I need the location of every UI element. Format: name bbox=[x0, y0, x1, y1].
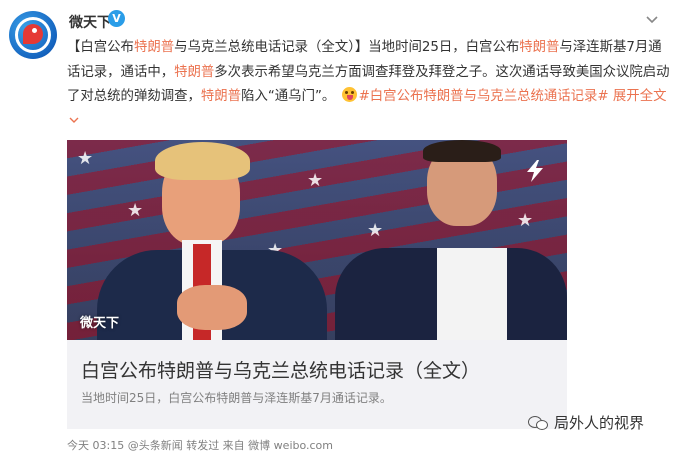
hashtag-link[interactable]: #白宫公布特朗普与乌克兰总统通话记录# bbox=[359, 89, 609, 104]
star-icon: ★ bbox=[517, 210, 534, 231]
star-icon: ★ bbox=[77, 148, 94, 169]
wechat-icon bbox=[528, 414, 550, 432]
keyword-link[interactable]: 特朗普 bbox=[201, 89, 241, 104]
card-title[interactable]: 白宫公布特朗普与乌克兰总统电话记录（全文） bbox=[81, 356, 480, 383]
post-text-segment: 与乌克兰总统电话记录（全文）】当地时间25日，白宫公布 bbox=[174, 40, 520, 55]
watermark-text: 局外人的视界 bbox=[554, 414, 645, 432]
card-subtitle: 当地时间25日，白宫公布特朗普与泽连斯基7月通话记录。 bbox=[81, 391, 392, 405]
card-image[interactable]: ★ ★ ★ ★ ★ ★ 微天下 bbox=[67, 140, 567, 340]
person-left-hair bbox=[155, 142, 250, 180]
keyword-link[interactable]: 特朗普 bbox=[134, 40, 174, 55]
avatar[interactable] bbox=[9, 11, 57, 59]
keyword-link[interactable]: 特朗普 bbox=[174, 65, 214, 80]
person-right-tshirt bbox=[437, 248, 507, 340]
link-card[interactable]: ★ ★ ★ ★ ★ ★ 微天下 白宫公布特朗普与乌克兰总统电话记录（全文） 当地… bbox=[67, 140, 567, 429]
star-icon: ★ bbox=[127, 200, 144, 221]
expand-label: 展开全文 bbox=[612, 89, 667, 104]
username[interactable]: 微天下 bbox=[69, 12, 111, 32]
post-text: 【白宫公布特朗普与乌克兰总统电话记录（全文）】当地时间25日，白宫公布特朗普与泽… bbox=[67, 36, 672, 134]
bird-logo bbox=[23, 24, 43, 44]
post-meta: 今天 03:15 @头条新闻 转发过 来自 微博 weibo.com bbox=[67, 439, 334, 452]
clapping-hands bbox=[177, 285, 247, 330]
post-text-segment: 【白宫公布 bbox=[67, 40, 134, 55]
star-icon: ★ bbox=[307, 170, 324, 191]
chevron-down-icon bbox=[69, 117, 79, 123]
verified-badge-icon: V bbox=[108, 10, 125, 27]
post-text-segment: 陷入“通乌门”。 bbox=[241, 89, 336, 104]
chevron-down-icon[interactable] bbox=[645, 13, 659, 27]
card-source-label: 微天下 bbox=[80, 316, 120, 331]
star-icon: ★ bbox=[367, 220, 384, 241]
bird-eye bbox=[32, 28, 37, 33]
person-right-hair bbox=[423, 140, 501, 162]
keyword-link[interactable]: 特朗普 bbox=[519, 40, 559, 55]
watermark: 局外人的视界 bbox=[528, 412, 644, 433]
lightning-icon bbox=[527, 160, 543, 182]
tongue-emoji-icon bbox=[341, 87, 357, 102]
